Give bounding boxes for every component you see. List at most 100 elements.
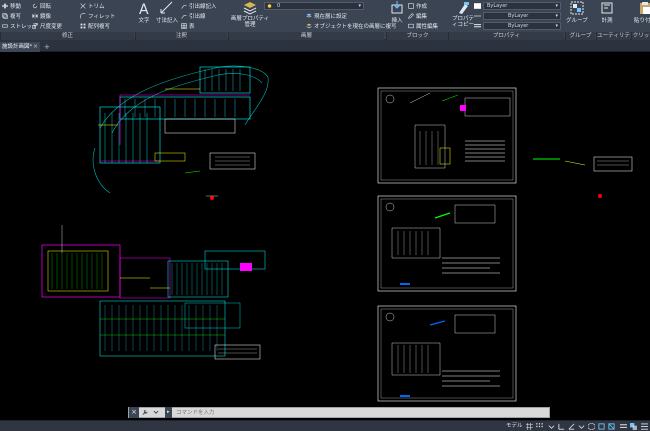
match-layer-button[interactable]: オブジェクトを現在の画層に複写: [306, 22, 397, 30]
array-button[interactable]: 配列複写: [80, 22, 110, 30]
linetype-dropdown[interactable]: ByLayer ▾: [483, 12, 561, 20]
drawing-canvas[interactable]: [0, 53, 650, 405]
dimension-button[interactable]: 寸法記入: [156, 1, 178, 24]
menu-icon[interactable]: [641, 423, 648, 430]
multileader-button[interactable]: 引出線記入: [181, 2, 217, 10]
trim-button[interactable]: トリム: [80, 2, 105, 10]
command-input[interactable]: [176, 409, 546, 417]
drawing-sheet-2: [377, 195, 517, 292]
move-button[interactable]: 移動: [2, 2, 21, 10]
make-current-label: 現在層に設定: [314, 14, 348, 20]
group-button[interactable]: グループ: [566, 1, 588, 24]
measure-icon: [601, 2, 613, 14]
insert-icon: [391, 1, 403, 14]
lineweight-toggle-icon[interactable]: [620, 423, 627, 430]
move-icon: [2, 3, 8, 9]
lineweight-icon: [474, 24, 481, 28]
clipboard-panel-title[interactable]: クリップ: [631, 32, 650, 47]
measure-button[interactable]: 計測: [600, 1, 614, 24]
layer-properties-label: 画層プロパティ管理: [230, 16, 270, 28]
paste-button[interactable]: 貼り付け: [634, 1, 650, 24]
color-dropdown[interactable]: ByLayer ▾: [483, 2, 561, 10]
group-label: グループ: [566, 18, 588, 24]
measure-label: 計測: [601, 18, 613, 24]
copy-icon: [2, 13, 8, 19]
status-bar: モデル: [0, 420, 650, 431]
make-current-button[interactable]: 現在層に設定: [306, 12, 347, 20]
site-plan-top: [92, 65, 269, 200]
layer-dropdown[interactable]: 0 ▾: [264, 2, 364, 10]
polar-tracking-icon[interactable]: [568, 423, 575, 430]
linetype-value: ByLayer: [508, 13, 529, 19]
linetype-icon: [474, 15, 481, 17]
mirror-button[interactable]: 鏡像: [32, 12, 51, 20]
transparency-icon[interactable]: [630, 423, 637, 430]
scale-label: 尺度変更: [40, 24, 63, 30]
edit-block-button[interactable]: 編集: [408, 12, 427, 20]
chevron-down-icon: ▾: [555, 23, 558, 29]
properties-panel-title[interactable]: プロパティ: [448, 32, 564, 40]
chevron-down-icon[interactable]: [578, 423, 585, 430]
layer-value: 0: [277, 3, 281, 9]
wrench-icon[interactable]: [141, 409, 149, 416]
rotate-icon: [32, 3, 38, 9]
match-properties-button[interactable]: プロパティコピー: [450, 1, 476, 28]
rotate-label: 回転: [40, 4, 52, 10]
drawing-content: [41, 65, 633, 402]
create-block-icon: [408, 3, 414, 9]
array-label: 配列複写: [88, 24, 111, 30]
paste-icon: [640, 2, 650, 14]
edit-attributes-button[interactable]: 属性編集: [408, 22, 438, 30]
lineweight-dropdown[interactable]: ByLayer ▾: [483, 22, 561, 30]
chevron-down-icon: ▾: [358, 3, 361, 9]
match-layer-icon: [306, 23, 312, 29]
table-icon: [181, 23, 187, 29]
layers-panel-title[interactable]: 画層: [228, 32, 384, 40]
utilities-panel-title[interactable]: ユーティリティ: [596, 32, 630, 47]
annotation-panel-title[interactable]: 注釈: [135, 32, 227, 40]
object-snap-tracking-icon[interactable]: [598, 423, 605, 430]
insert-button[interactable]: 挿入: [390, 1, 404, 24]
rotate-button[interactable]: 回転: [32, 2, 51, 10]
multileader-label: 引出線記入: [189, 4, 217, 10]
scale-icon: [32, 23, 38, 29]
create-block-button[interactable]: 作成: [408, 2, 427, 10]
modify-panel-title[interactable]: 修正: [0, 32, 134, 40]
drawing-sheet-3: [377, 305, 517, 402]
drawing-sheet-1: [377, 87, 517, 184]
chevron-down-icon: ▾: [555, 3, 558, 9]
fillet-button[interactable]: フィレット: [80, 12, 115, 20]
table-button[interactable]: 表: [181, 22, 195, 30]
close-icon[interactable]: ×: [129, 407, 139, 418]
text-label: 文字: [138, 18, 150, 24]
ortho-icon[interactable]: [558, 423, 565, 430]
file-tab-bar: 施設計画図* × +: [0, 40, 650, 52]
add-tab-icon[interactable]: +: [44, 42, 50, 52]
command-prompt-icon: ▸: [165, 407, 172, 418]
move-label: 移動: [10, 4, 22, 10]
close-icon[interactable]: ×: [33, 42, 38, 52]
edit-block-label: 編集: [416, 14, 428, 20]
copy-button[interactable]: 複写: [2, 12, 21, 20]
chevron-down-icon[interactable]: [548, 423, 555, 430]
snap-icon[interactable]: [536, 423, 543, 430]
insert-label: 挿入: [391, 18, 403, 24]
object-snap-icon[interactable]: [608, 423, 615, 430]
text-icon: A: [139, 2, 149, 15]
isodraft-icon[interactable]: [588, 423, 595, 430]
block-panel-title[interactable]: ブロック: [386, 32, 448, 40]
dimension-label: 寸法記入: [156, 18, 179, 24]
trim-label: トリム: [88, 4, 105, 10]
match-layer-label: オブジェクトを現在の画層に複写: [314, 24, 397, 30]
text-button[interactable]: A 文字: [137, 1, 151, 24]
table-label: 表: [189, 24, 195, 30]
groups-panel-title[interactable]: グループ: [565, 32, 595, 40]
site-plan-bottom: [41, 225, 266, 360]
model-tab[interactable]: モデル: [506, 422, 523, 431]
trim-icon: [80, 3, 86, 9]
grid-icon[interactable]: [526, 423, 533, 430]
lineweight-value: ByLayer: [508, 23, 529, 29]
scale-button[interactable]: 尺度変更: [32, 22, 62, 30]
leader-button[interactable]: 引出線: [181, 12, 206, 20]
recent-commands-icon[interactable]: [152, 409, 160, 416]
